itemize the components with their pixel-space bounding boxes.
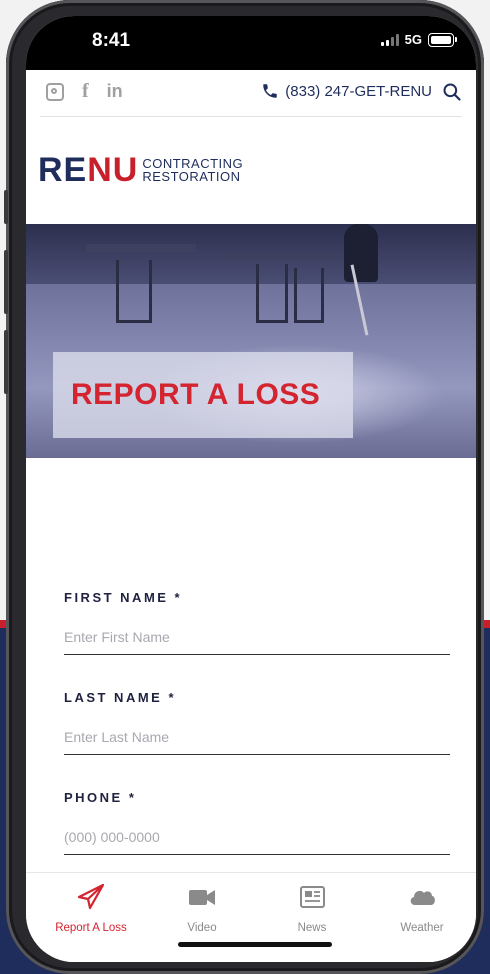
- last-name-field: LAST NAME *: [64, 690, 450, 790]
- network-type: 5G: [404, 32, 422, 47]
- hero-worker: [344, 224, 378, 282]
- page-title: REPORT A LOSS: [71, 378, 321, 411]
- hero-table: [86, 244, 196, 252]
- hero-chair: [116, 260, 152, 323]
- phone-input[interactable]: [64, 820, 450, 855]
- social-links: f in: [46, 80, 123, 103]
- volume-down-button: [4, 330, 8, 394]
- last-name-input[interactable]: [64, 720, 450, 755]
- mute-switch: [4, 190, 8, 224]
- first-name-input[interactable]: [64, 620, 450, 655]
- tab-weather[interactable]: Weather: [372, 883, 472, 934]
- hero-banner: REPORT A LOSS: [26, 224, 476, 458]
- paper-plane-icon: [77, 883, 105, 910]
- status-bar: 8:41 5G: [26, 16, 476, 70]
- volume-up-button: [4, 250, 8, 314]
- logo-line-2: RESTORATION: [142, 169, 241, 184]
- hero-table: [226, 252, 346, 260]
- hero-caption: REPORT A LOSS: [53, 352, 353, 438]
- instagram-icon[interactable]: [46, 82, 64, 101]
- renu-logo[interactable]: RE NU CONTRACTING RESTORATION: [38, 150, 243, 190]
- first-name-label: FIRST NAME *: [64, 590, 183, 605]
- phone-frame: 8:41 5G f in (833) 247-GET-RENU RE NU CO…: [4, 0, 484, 974]
- search-icon[interactable]: [442, 82, 462, 102]
- hero-chair: [256, 264, 288, 323]
- tab-label: Report A Loss: [55, 922, 127, 934]
- phone-label: PHONE *: [64, 790, 137, 805]
- bottom-tab-bar: Report A Loss Video News Weather: [26, 872, 476, 962]
- battery-icon: [428, 32, 457, 47]
- tab-label: Weather: [400, 922, 444, 934]
- facebook-icon[interactable]: f: [82, 80, 89, 103]
- cloud-icon: [410, 890, 435, 905]
- top-bar: f in (833) 247-GET-RENU: [40, 70, 462, 117]
- logo-subtitle: CONTRACTING RESTORATION: [142, 157, 243, 183]
- web-page: f in (833) 247-GET-RENU RE NU CONTRACTIN…: [26, 70, 476, 890]
- newspaper-icon: [300, 886, 325, 908]
- first-name-field: FIRST NAME *: [64, 590, 450, 690]
- hero-chair: [294, 268, 324, 323]
- logo-nu: NU: [87, 150, 139, 189]
- last-name-label: LAST NAME *: [64, 690, 176, 705]
- tab-label: Video: [187, 922, 217, 934]
- phone-icon: [263, 84, 278, 98]
- status-indicators: 5G: [380, 32, 457, 47]
- signal-icon: [380, 33, 399, 46]
- home-indicator[interactable]: [178, 942, 332, 947]
- report-loss-form: FIRST NAME * LAST NAME * PHONE *: [64, 590, 450, 890]
- phone-number: (833) 247-GET-RENU: [285, 82, 432, 100]
- linkedin-icon[interactable]: in: [107, 81, 123, 102]
- status-time: 8:41: [92, 30, 131, 51]
- phone-screen: 8:41 5G f in (833) 247-GET-RENU RE NU CO…: [26, 16, 476, 962]
- tab-news[interactable]: News: [262, 883, 362, 934]
- logo-re: RE: [38, 150, 88, 189]
- phone-link[interactable]: (833) 247-GET-RENU: [261, 82, 432, 100]
- tab-report-a-loss[interactable]: Report A Loss: [41, 883, 141, 934]
- video-camera-icon: [189, 890, 215, 905]
- tab-label: News: [297, 922, 327, 934]
- tab-video[interactable]: Video: [152, 883, 252, 934]
